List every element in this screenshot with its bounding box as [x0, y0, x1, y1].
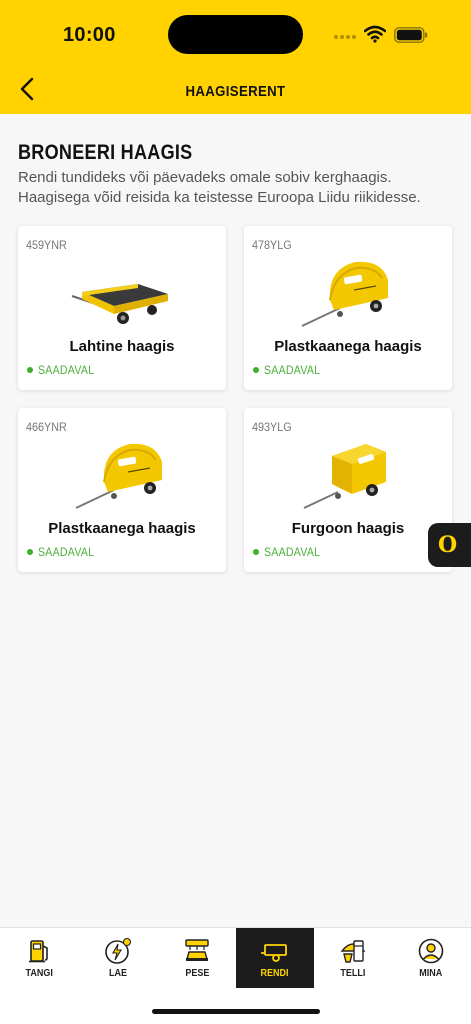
battery-icon — [394, 27, 428, 43]
intro-text: Rendi tundideks või päevadeks omale sobi… — [18, 168, 438, 208]
home-indicator — [152, 1009, 320, 1014]
tab-tangi[interactable]: TANGI — [0, 928, 78, 988]
tab-label: MINA — [419, 968, 443, 979]
availability-status: SAADAVAL — [27, 363, 102, 377]
open-trailer-image — [71, 284, 168, 324]
trailer-plate: 466YNR — [26, 420, 67, 434]
trailer-name: Furgoon haagis — [291, 520, 405, 537]
trailer-name: Lahtine haagis — [69, 338, 175, 355]
olerex-logo-icon: O — [438, 532, 458, 558]
trailer-card[interactable]: 466YNR Plastkaanega haagis SAADAVAL — [18, 408, 226, 572]
tab-label: TANGI — [25, 968, 53, 979]
tab-label: TELLI — [340, 968, 366, 979]
ev-charge-icon — [105, 937, 132, 964]
trailer-icon — [261, 944, 287, 962]
tab-label: PESE — [184, 968, 210, 979]
profile-icon — [418, 938, 444, 964]
app-header: 10:00 HAAGISERENT — [0, 0, 471, 114]
trailer-name: Plastkaanega haagis — [274, 338, 422, 355]
status-dot-icon — [253, 367, 259, 373]
wifi-icon — [364, 25, 386, 43]
box-trailer-image — [303, 444, 386, 509]
trailer-card[interactable]: 478YLG Plastkaanega haagis SAADAVAL — [244, 226, 452, 390]
tab-mina[interactable]: MINA — [392, 928, 470, 988]
trailer-name: Plastkaanega haagis — [48, 520, 196, 537]
olerex-floating-button[interactable]: O — [428, 523, 471, 567]
cellular-signal-icon — [334, 35, 356, 39]
intro-line-2: Haagisega võid reisida ka teistesse Euro… — [18, 189, 421, 206]
trailer-card[interactable]: 459YNR Lahtine haagis SAADAVAL — [18, 226, 226, 390]
dynamic-island — [168, 15, 303, 54]
status-dot-icon — [27, 549, 33, 555]
status-dot-icon — [253, 549, 259, 555]
status-dot-icon — [27, 367, 33, 373]
availability-status: SAADAVAL — [253, 363, 328, 377]
availability-status: SAADAVAL — [253, 545, 328, 559]
car-wash-icon — [185, 939, 209, 961]
trailer-plate: 478YLG — [252, 238, 292, 252]
intro-line-1: Rendi tundideks või päevadeks omale sobi… — [18, 169, 392, 186]
trailer-plate: 459YNR — [26, 238, 67, 252]
tab-rendi[interactable]: RENDI — [236, 928, 314, 988]
tab-pese[interactable]: PESE — [158, 928, 236, 988]
tab-label: LAE — [109, 968, 127, 979]
availability-status: SAADAVAL — [27, 545, 102, 559]
covered-trailer-image — [75, 443, 162, 509]
trailer-card[interactable]: 493YLG Furgoon haagis SAADAVAL — [244, 408, 452, 572]
page-title: BRONEERI HAAGIS — [18, 141, 193, 164]
tab-label: RENDI — [260, 968, 290, 979]
tab-lae[interactable]: LAE — [79, 928, 157, 988]
tab-telli[interactable]: TELLI — [314, 928, 392, 988]
fuel-pump-icon — [29, 940, 48, 963]
trailer-plate: 493YLG — [252, 420, 292, 434]
covered-trailer-image — [301, 261, 388, 327]
status-time: 10:00 — [63, 24, 116, 46]
nav-title: HAAGISERENT — [185, 83, 286, 100]
food-order-icon — [340, 940, 366, 963]
